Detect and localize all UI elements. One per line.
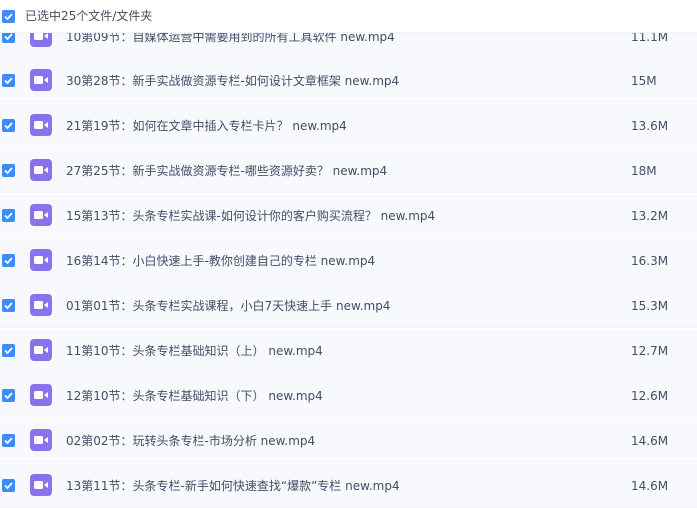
file-row[interactable]: 13第11节：头条专栏-新手如何快速查找“爆款”专栏 new.mp4 14.6M	[0, 464, 697, 508]
row-checkbox[interactable]	[2, 434, 15, 447]
file-name[interactable]: 27第25节：新手实战做资源专栏-哪些资源好卖？ new.mp4	[66, 164, 387, 178]
file-name[interactable]: 01第01节：头条专栏实战课程，小白7天快速上手 new.mp4	[66, 299, 390, 313]
file-name[interactable]: 16第14节：小白快速上手-教你创建自己的专栏 new.mp4	[66, 254, 375, 268]
file-row[interactable]: 15第13节：头条专栏实战课-如何设计你的客户购买流程？ new.mp4 13.…	[0, 194, 697, 238]
row-checkbox[interactable]	[2, 119, 15, 132]
video-file-icon	[30, 339, 52, 361]
video-file-icon	[30, 69, 52, 91]
file-size: 14.6M	[631, 479, 669, 493]
row-checkbox[interactable]	[2, 164, 15, 177]
file-size: 13.2M	[631, 209, 669, 223]
file-name[interactable]: 13第11节：头条专栏-新手如何快速查找“爆款”专栏 new.mp4	[66, 479, 400, 493]
file-row[interactable]: 11第10节：头条专栏基础知识（上） new.mp4 12.7M	[0, 329, 697, 373]
file-row[interactable]: 02第02节：玩转头条专栏-市场分析 new.mp4 14.6M	[0, 419, 697, 463]
select-all-checkbox[interactable]	[2, 10, 15, 23]
file-name[interactable]: 30第28节：新手实战做资源专栏-如何设计文章框架 new.mp4	[66, 74, 399, 88]
row-checkbox[interactable]	[2, 479, 15, 492]
file-size: 15M	[631, 74, 657, 88]
row-checkbox[interactable]	[2, 344, 15, 357]
row-checkbox[interactable]	[2, 74, 15, 87]
selection-count-label: 已选中25个文件/文件夹	[25, 9, 153, 23]
row-checkbox[interactable]	[2, 389, 15, 402]
file-row[interactable]: 12第10节：头条专栏基础知识（下） new.mp4 12.6M	[0, 374, 697, 418]
file-name[interactable]: 02第02节：玩转头条专栏-市场分析 new.mp4	[66, 434, 315, 448]
video-file-icon	[30, 384, 52, 406]
file-list: 10第09节：自媒体运营中需要用到的所有工具软件 new.mp4 11.1M 3…	[0, 0, 697, 508]
file-name[interactable]: 11第10节：头条专栏基础知识（上） new.mp4	[66, 344, 323, 358]
video-file-icon	[30, 474, 52, 496]
file-name[interactable]: 15第13节：头条专栏实战课-如何设计你的客户购买流程？ new.mp4	[66, 209, 435, 223]
file-size: 12.7M	[631, 344, 669, 358]
video-file-icon	[30, 204, 52, 226]
file-size: 16.3M	[631, 254, 669, 268]
file-name[interactable]: 21第19节：如何在文章中插入专栏卡片？ new.mp4	[66, 119, 347, 133]
file-size: 12.6M	[631, 389, 669, 403]
file-size: 15.3M	[631, 299, 669, 313]
file-row[interactable]: 30第28节：新手实战做资源专栏-如何设计文章框架 new.mp4 15M	[0, 59, 697, 103]
video-file-icon	[30, 429, 52, 451]
row-checkbox[interactable]	[2, 209, 15, 222]
row-checkbox[interactable]	[2, 299, 15, 312]
file-row[interactable]: 21第19节：如何在文章中插入专栏卡片？ new.mp4 13.6M	[0, 104, 697, 148]
video-file-icon	[30, 294, 52, 316]
file-name[interactable]: 12第10节：头条专栏基础知识（下） new.mp4	[66, 389, 323, 403]
file-size: 14.6M	[631, 434, 669, 448]
video-file-icon	[30, 159, 52, 181]
file-row[interactable]: 16第14节：小白快速上手-教你创建自己的专栏 new.mp4 16.3M	[0, 239, 697, 283]
file-row[interactable]: 01第01节：头条专栏实战课程，小白7天快速上手 new.mp4 15.3M	[0, 284, 697, 328]
file-size: 13.6M	[631, 119, 669, 133]
video-file-icon	[30, 249, 52, 271]
video-file-icon	[30, 114, 52, 136]
file-row[interactable]: 27第25节：新手实战做资源专栏-哪些资源好卖？ new.mp4 18M	[0, 149, 697, 193]
selection-header: 已选中25个文件/文件夹	[0, 0, 697, 33]
file-size: 18M	[631, 164, 657, 178]
row-checkbox[interactable]	[2, 254, 15, 267]
